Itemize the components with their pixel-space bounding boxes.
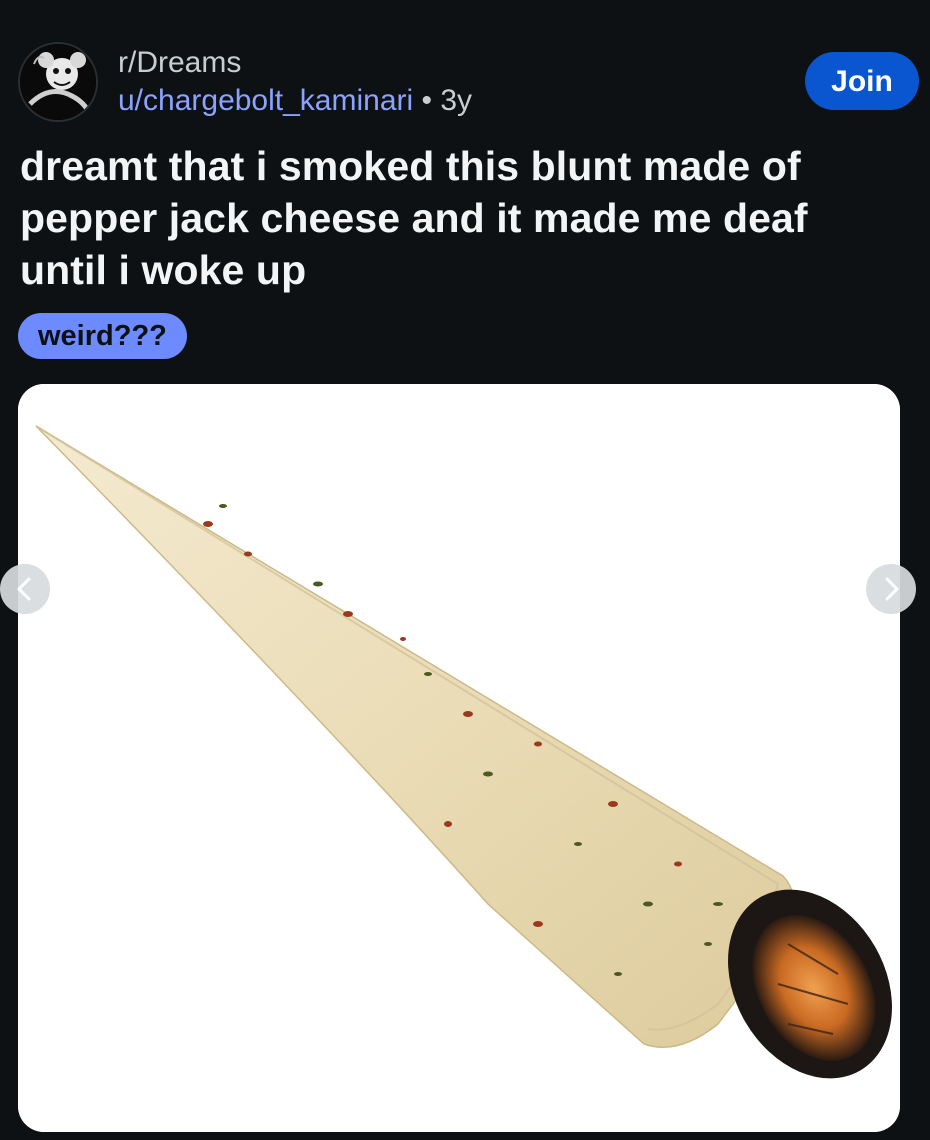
post-card: r/Dreams u/chargebolt_kaminari • 3y Join… (0, 0, 930, 1140)
chevron-left-icon (17, 577, 31, 601)
avatar-art (20, 44, 96, 120)
subreddit-avatar[interactable] (18, 42, 98, 122)
post-flair[interactable]: weird??? (18, 313, 187, 359)
chevron-right-icon (885, 577, 899, 601)
carousel-prev-button[interactable] (0, 564, 50, 614)
cheese-blunt-illustration (18, 384, 900, 1132)
post-age: 3y (440, 84, 473, 117)
subreddit-name[interactable]: r/Dreams (118, 45, 241, 81)
meta-separator: • (421, 84, 433, 117)
post-meta: u/chargebolt_kaminari • 3y (118, 83, 472, 119)
join-button[interactable]: Join (805, 52, 919, 110)
post-title[interactable]: dreamt that i smoked this blunt made of … (20, 140, 880, 296)
post-header: r/Dreams u/chargebolt_kaminari • 3y Join (0, 0, 930, 122)
post-image[interactable] (18, 384, 900, 1132)
carousel-next-button[interactable] (866, 564, 916, 614)
author-link[interactable]: u/chargebolt_kaminari (118, 84, 413, 117)
